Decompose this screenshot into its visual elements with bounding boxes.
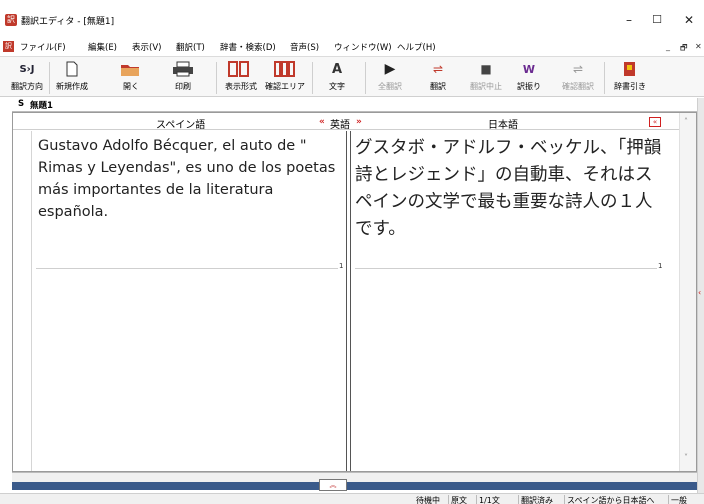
maximize-button[interactable]: ☐	[646, 10, 668, 30]
display-format-label: 表示形式	[225, 82, 257, 91]
menu-file[interactable]: ファイル(F)	[20, 41, 66, 53]
dictionary-icon	[624, 62, 635, 76]
collapse-pane-button[interactable]: «	[649, 117, 661, 127]
status-count: 1/1文	[476, 495, 502, 504]
target-segment-line	[355, 268, 657, 269]
stop-label: 翻訳中止	[470, 82, 502, 91]
stop-icon: ■	[480, 62, 492, 76]
font-icon: A	[331, 61, 343, 77]
window-title: 翻訳エディタ - [無題1]	[21, 17, 115, 27]
play-icon: ▶	[384, 61, 396, 77]
expand-confirm-area-button[interactable]: ︽	[319, 479, 347, 491]
direction-icon: S›J	[19, 63, 35, 75]
left-arrows[interactable]: «	[319, 117, 325, 127]
mdi-minimize-button[interactable]: _	[666, 42, 670, 51]
display-format-button[interactable]: 表示形式	[219, 59, 263, 92]
scroll-up-icon[interactable]: ˄	[684, 117, 688, 126]
status-state: 待機中	[416, 496, 440, 504]
furigana-button[interactable]: W 訳振り	[514, 59, 544, 92]
title-bar: 訳 翻訳エディタ - [無題1] – ☐ ✕	[0, 0, 704, 38]
app-icon: 訳	[5, 14, 17, 26]
source-language-header: スペイン語	[156, 120, 206, 131]
status-done: 翻訳済み	[518, 495, 555, 504]
editor-area: スペイン語 « 英語 » 日本語 « Gustavo Adolfo Bécque…	[12, 112, 697, 472]
menu-help[interactable]: ヘルプ(H)	[397, 41, 436, 53]
new-label: 新規作成	[56, 82, 88, 91]
pane-divider[interactable]	[346, 131, 351, 471]
text-label: 文字	[329, 82, 345, 91]
source-pane[interactable]: Gustavo Adolfo Bécquer, el auto de " Rim…	[31, 131, 345, 471]
confirm-area-splitter[interactable]	[12, 472, 697, 482]
print-button[interactable]: 印刷	[168, 59, 198, 92]
dictionary-button[interactable]: 辞書引き	[610, 59, 650, 92]
menu-view[interactable]: 表示(V)	[132, 41, 161, 53]
target-language-header: 日本語	[488, 120, 518, 131]
menu-dictionary[interactable]: 辞書・検索(D)	[220, 41, 276, 53]
page-icon	[66, 61, 78, 77]
menu-window[interactable]: ウィンドウ(W)	[334, 41, 392, 53]
text-button[interactable]: A 文字	[322, 59, 352, 92]
menu-bar: 訳 ファイル(F) 編集(E) 表示(V) 翻訳(T) 辞書・検索(D) 音声(…	[0, 38, 704, 57]
panels-icon	[274, 61, 295, 77]
direction-label: 翻訳方向	[11, 82, 43, 91]
document-tab-prefix: S	[18, 99, 25, 109]
confirm-icon: ⇌	[572, 62, 584, 76]
menu-translate[interactable]: 翻訳(T)	[176, 41, 205, 53]
stop-button[interactable]: ■ 翻訳中止	[466, 59, 506, 92]
right-arrows[interactable]: »	[356, 117, 362, 127]
new-button[interactable]: 新規作成	[52, 59, 92, 92]
target-segment-number: 1	[658, 262, 663, 270]
scroll-down-icon[interactable]: ˅	[684, 453, 688, 462]
minimize-button[interactable]: –	[618, 10, 640, 30]
translate-all-button[interactable]: ▶ 全翻訳	[375, 59, 405, 92]
status-field: 一般	[668, 495, 689, 504]
print-label: 印刷	[175, 82, 191, 91]
source-segment-number: 1	[339, 262, 344, 270]
side-panel-edge[interactable]: ‹	[697, 98, 704, 493]
confirm-area-bar	[12, 482, 697, 490]
pane-header: スペイン語 « 英語 » 日本語 «	[13, 113, 679, 131]
translate-button[interactable]: ⇌ 翻訳	[423, 59, 453, 92]
translate-icon: ⇌	[432, 62, 444, 76]
vertical-scrollbar[interactable]: ˄ ˅	[679, 113, 696, 471]
side-panel-arrow-icon[interactable]: ‹	[698, 288, 701, 297]
menu-voice[interactable]: 音声(S)	[290, 41, 319, 53]
open-button[interactable]: 開く	[116, 59, 146, 92]
printer-icon	[173, 61, 193, 77]
status-mode: 原文	[448, 495, 469, 504]
confirm-translate-label: 確認翻訳	[562, 82, 594, 91]
document-tab[interactable]: S 無題1	[12, 98, 697, 112]
menu-edit[interactable]: 編集(E)	[88, 41, 117, 53]
furigana-icon: W	[522, 62, 536, 76]
furigana-label: 訳振り	[517, 82, 541, 91]
translate-all-label: 全翻訳	[378, 82, 402, 91]
status-direction: スペイン語から日本語へ	[564, 495, 656, 504]
target-pane[interactable]: グスタボ・アドルフ・ベッケル、「押韻詩とレジェンド」の自動車、それはスペインの文…	[353, 131, 673, 471]
document-tab-name: 無題1	[30, 101, 53, 111]
middle-language-header: 英語	[330, 120, 350, 131]
translation-editor-window: 訳 翻訳エディタ - [無題1] – ☐ ✕ 訳 ファイル(F) 編集(E) 表…	[0, 0, 704, 504]
mdi-restore-button[interactable]: 🗗	[680, 42, 688, 56]
folder-icon	[121, 65, 139, 76]
open-label: 開く	[123, 82, 139, 91]
direction-button[interactable]: S›J 翻訳方向	[8, 59, 46, 92]
status-bar: 待機中 原文 1/1文 翻訳済み スペイン語から日本語へ 一般	[0, 493, 704, 504]
translate-label: 翻訳	[430, 82, 446, 91]
document-icon[interactable]: 訳	[3, 41, 14, 52]
confirm-area-button[interactable]: 確認エリア	[264, 59, 306, 92]
mdi-close-button[interactable]: ✕	[695, 42, 702, 51]
toolbar: S›J 翻訳方向 新規作成 開く 印刷 表示形式 確認エリア A 文字 ▶ 全翻…	[0, 57, 704, 97]
source-text[interactable]: Gustavo Adolfo Bécquer, el auto de " Rim…	[38, 135, 338, 223]
source-segment-line	[36, 268, 338, 269]
columns-icon	[228, 61, 249, 77]
confirm-area-label: 確認エリア	[265, 82, 305, 91]
target-text[interactable]: グスタボ・アドルフ・ベッケル、「押韻詩とレジェンド」の自動車、それはスペインの文…	[355, 135, 665, 243]
confirm-translate-button[interactable]: ⇌ 確認翻訳	[556, 59, 600, 92]
dictionary-label: 辞書引き	[614, 82, 646, 91]
close-button[interactable]: ✕	[678, 10, 700, 30]
